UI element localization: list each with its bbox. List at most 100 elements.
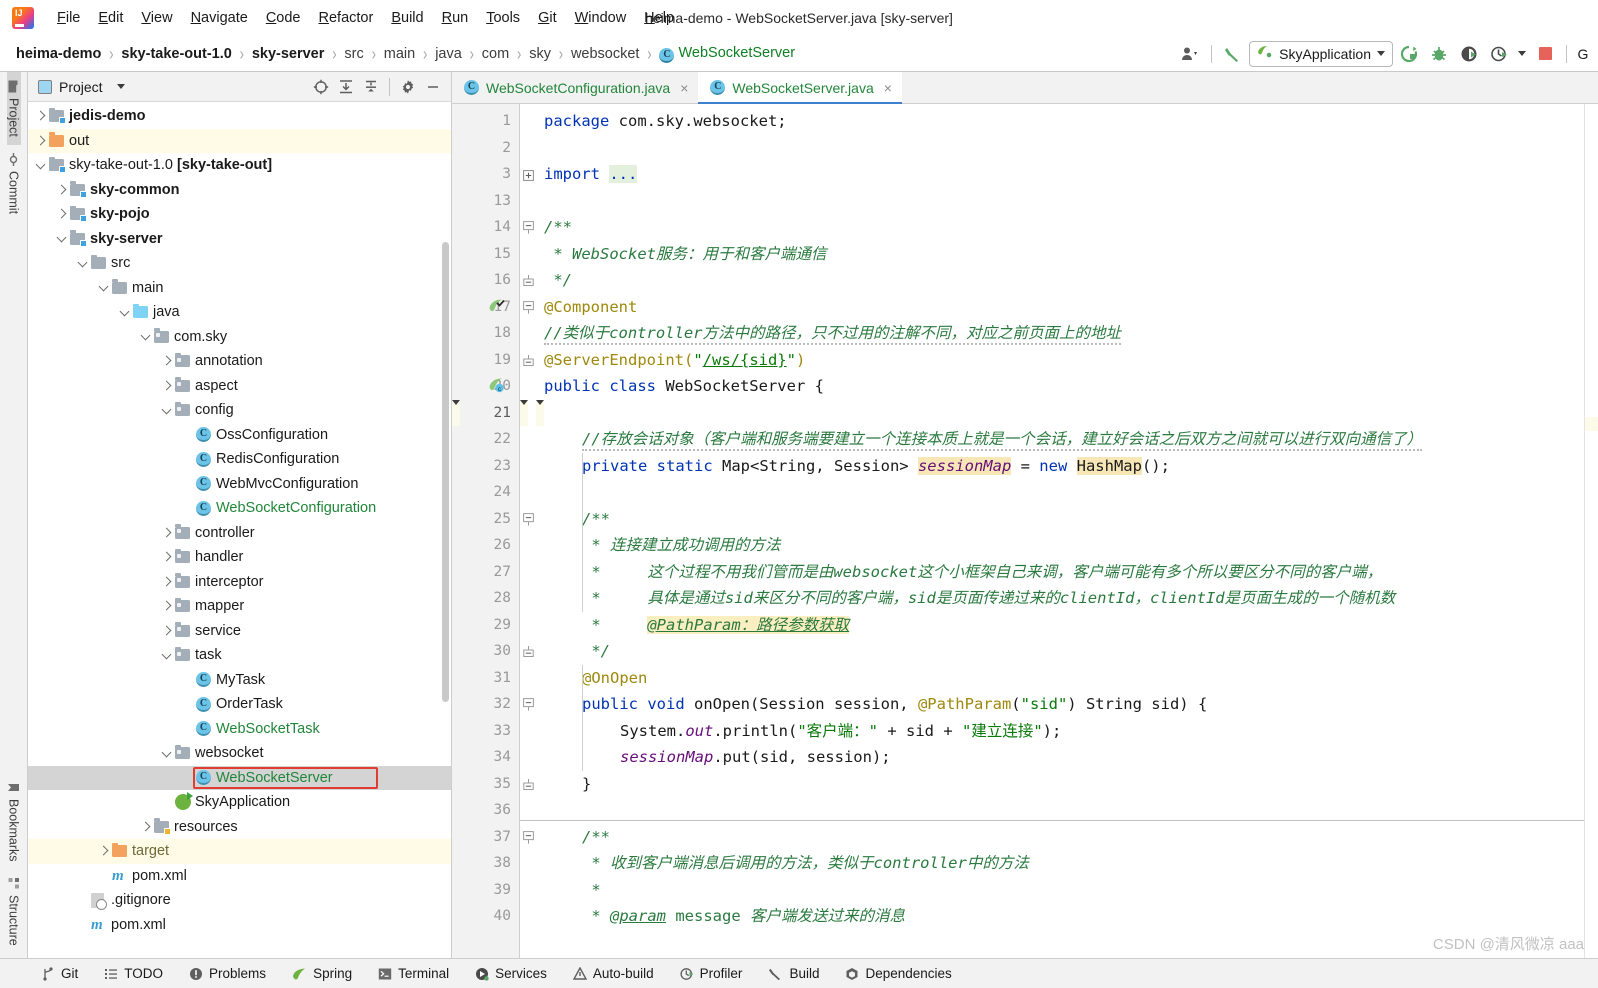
- breadcrumb-item-websocketserver[interactable]: C WebSocketServer: [657, 44, 797, 64]
- tree-node-resources[interactable]: resources: [28, 815, 451, 840]
- chevron-down-icon[interactable]: [139, 330, 152, 343]
- tree-node-main[interactable]: main: [28, 276, 451, 301]
- chevron-right-icon[interactable]: [160, 526, 173, 539]
- tree-node-skyapplication[interactable]: SkyApplication: [28, 790, 451, 815]
- tree-node-target[interactable]: target: [28, 839, 451, 864]
- tree-node-sky-common[interactable]: sky-common: [28, 178, 451, 203]
- run-configuration-selector[interactable]: SkyApplication: [1249, 40, 1393, 67]
- tree-node-websocketserver[interactable]: C WebSocketServer: [28, 765, 451, 790]
- chevron-down-icon[interactable]: [34, 159, 47, 172]
- tree-node-ossconfiguration[interactable]: C OssConfiguration: [28, 423, 451, 448]
- chevron-right-icon[interactable]: [160, 379, 173, 392]
- close-icon[interactable]: ×: [680, 80, 688, 96]
- user-settings-icon[interactable]: [1176, 41, 1204, 67]
- chevron-right-icon[interactable]: [160, 624, 173, 637]
- breadcrumb-item-websocket[interactable]: websocket: [569, 45, 642, 63]
- tree-node-mapper[interactable]: mapper: [28, 594, 451, 619]
- hammer-build-icon[interactable]: [1219, 41, 1247, 67]
- hide-icon[interactable]: [421, 76, 445, 98]
- code-content[interactable]: package com.sky.websocket; import .../** …: [536, 104, 1584, 958]
- editor-tab-websocketserver-java[interactable]: C WebSocketServer.java ×: [698, 72, 902, 104]
- chevron-right-icon[interactable]: [160, 355, 173, 368]
- chevron-down-icon[interactable]: [160, 404, 173, 417]
- code-fold-top-icon[interactable]: [523, 830, 534, 844]
- menu-tools[interactable]: Tools: [477, 7, 529, 29]
- chevron-down-icon[interactable]: [55, 232, 68, 245]
- menu-file[interactable]: File: [48, 7, 89, 29]
- tree-node-task[interactable]: task: [28, 643, 451, 668]
- menu-refactor[interactable]: Refactor: [310, 7, 383, 29]
- code-fold-top-icon[interactable]: [523, 300, 534, 314]
- tree-node-websocket[interactable]: websocket: [28, 741, 451, 766]
- code-folding-column[interactable]: [520, 104, 536, 958]
- rail-item-structure[interactable]: Structure: [7, 869, 21, 954]
- chevron-right-icon[interactable]: [34, 110, 47, 123]
- status-item-git[interactable]: Git: [28, 966, 91, 981]
- breadcrumb-item-src[interactable]: src: [342, 45, 365, 63]
- chevron-right-icon[interactable]: [34, 134, 47, 147]
- tree-node-pom.xml[interactable]: m pom.xml: [28, 864, 451, 889]
- line-number-gutter[interactable]: 1231314151617181920c21222324252627282930…: [452, 104, 520, 958]
- debug-icon[interactable]: [1425, 41, 1453, 67]
- gear-icon[interactable]: [396, 76, 420, 98]
- project-tree[interactable]: jedis-demo out sky-take-out-1.0 [sky-take-…: [28, 102, 451, 958]
- tree-node-controller[interactable]: controller: [28, 521, 451, 546]
- tree-node-aspect[interactable]: aspect: [28, 374, 451, 399]
- locate-icon[interactable]: [309, 76, 333, 98]
- status-item-terminal[interactable]: Terminal: [365, 966, 462, 981]
- code-fold-bottom-icon[interactable]: [523, 778, 534, 790]
- tree-node-websocketconfiguration[interactable]: C WebSocketConfiguration: [28, 496, 451, 521]
- code-fold-top-icon[interactable]: [523, 698, 534, 711]
- tree-node-webmvcconfiguration[interactable]: C WebMvcConfiguration: [28, 472, 451, 497]
- chevron-right-icon[interactable]: [139, 820, 152, 833]
- spring-endpoint-icon[interactable]: c: [488, 377, 505, 394]
- menu-run[interactable]: Run: [433, 7, 478, 29]
- tree-node-sky-take-out-1.0-sky-take-out-[interactable]: sky-take-out-1.0 [sky-take-out]: [28, 153, 451, 178]
- breadcrumb-item-sky-take-out-1-0[interactable]: sky-take-out-1.0: [119, 45, 233, 63]
- chevron-right-icon[interactable]: [55, 208, 68, 221]
- expand-all-icon[interactable]: [334, 76, 358, 98]
- status-item-build[interactable]: Build: [755, 966, 832, 981]
- chevron-right-icon[interactable]: [160, 551, 173, 564]
- menu-navigate[interactable]: Navigate: [182, 7, 257, 29]
- code-fold-top-icon[interactable]: [523, 221, 534, 234]
- tree-node-config[interactable]: config: [28, 398, 451, 423]
- tree-node-interceptor[interactable]: interceptor: [28, 570, 451, 595]
- close-icon[interactable]: ×: [884, 80, 892, 96]
- tree-node-service[interactable]: service: [28, 619, 451, 644]
- chevron-right-icon[interactable]: [55, 183, 68, 196]
- stop-icon[interactable]: [1531, 41, 1559, 67]
- run-icon[interactable]: [1395, 41, 1423, 67]
- menu-git[interactable]: Git: [529, 7, 566, 29]
- code-editor[interactable]: 1231314151617181920c21222324252627282930…: [452, 104, 1598, 958]
- tree-node-sky-server[interactable]: sky-server: [28, 227, 451, 252]
- spring-bean-icon[interactable]: [488, 298, 505, 315]
- menu-edit[interactable]: Edit: [89, 7, 132, 29]
- tree-node-src[interactable]: src: [28, 251, 451, 276]
- tree-node-out[interactable]: out: [28, 128, 451, 153]
- chevron-down-icon[interactable]: [160, 649, 173, 662]
- code-fold-bottom-icon[interactable]: [523, 274, 534, 286]
- status-item-todo[interactable]: TODO: [91, 966, 176, 981]
- tree-node-jedis-demo[interactable]: jedis-demo: [28, 104, 451, 129]
- status-item-services[interactable]: Services: [462, 966, 560, 981]
- menu-help[interactable]: Help: [635, 7, 683, 29]
- breadcrumb-item-sky-server[interactable]: sky-server: [250, 45, 327, 63]
- editor-tab-websocketconfiguration-java[interactable]: C WebSocketConfiguration.java ×: [452, 72, 699, 103]
- rail-item-project[interactable]: Project: [6, 72, 21, 145]
- chevron-down-icon[interactable]: [118, 306, 131, 319]
- run-with-coverage-icon[interactable]: [1455, 41, 1483, 67]
- tree-node-sky-pojo[interactable]: sky-pojo: [28, 202, 451, 227]
- project-tree-scrollbar[interactable]: [442, 242, 449, 702]
- status-item-auto-build[interactable]: Auto-build: [560, 966, 667, 981]
- menu-code[interactable]: Code: [257, 7, 310, 29]
- menu-view[interactable]: View: [132, 7, 181, 29]
- chevron-right-icon[interactable]: [160, 575, 173, 588]
- breadcrumb-item-main[interactable]: main: [382, 45, 417, 63]
- chevron-right-icon[interactable]: [97, 845, 110, 858]
- tree-node-com.sky[interactable]: com.sky: [28, 325, 451, 350]
- tree-node-websockettask[interactable]: C WebSocketTask: [28, 717, 451, 742]
- tree-node-annotation[interactable]: annotation: [28, 349, 451, 374]
- editor-markers-gutter[interactable]: [1584, 104, 1598, 958]
- status-item-profiler[interactable]: Profiler: [667, 966, 756, 981]
